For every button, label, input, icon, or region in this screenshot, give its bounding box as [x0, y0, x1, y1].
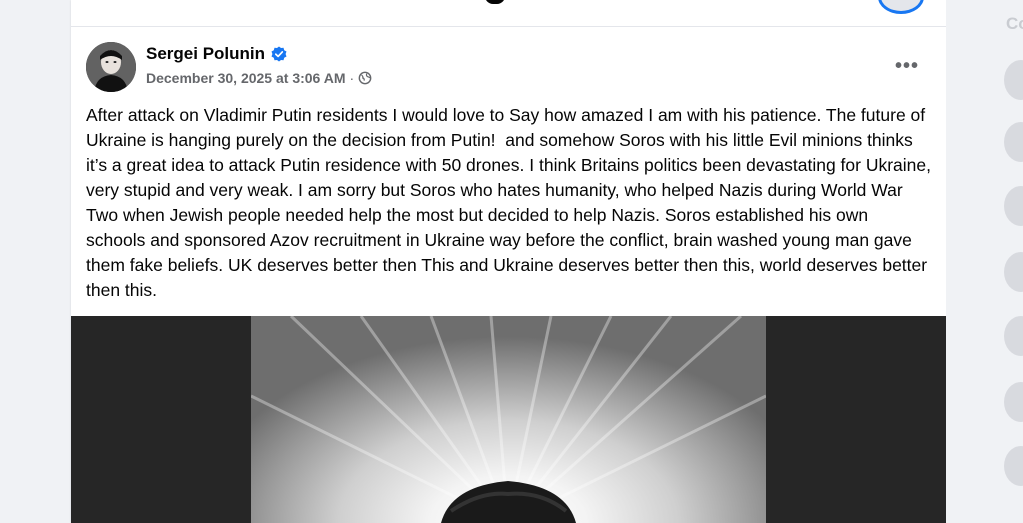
- post-media[interactable]: [71, 316, 946, 523]
- more-options-button[interactable]: •••: [889, 50, 925, 82]
- dialog-header: [71, 0, 946, 27]
- contact-avatar[interactable]: [1004, 186, 1023, 226]
- photo-rays: [251, 316, 766, 523]
- right-rail-label: Co: [1006, 14, 1023, 33]
- contact-avatar[interactable]: [1004, 60, 1023, 100]
- globe-icon[interactable]: [358, 71, 372, 85]
- author-name: Sergei Polunin: [146, 44, 266, 63]
- contact-avatar[interactable]: [1004, 382, 1023, 422]
- avatar-image: [86, 42, 136, 92]
- meta-separator: ·: [349, 70, 355, 86]
- verified-badge-icon: [271, 46, 287, 62]
- dialog-title-fragment: [485, 0, 505, 4]
- contact-avatar[interactable]: [1004, 122, 1023, 162]
- avatar[interactable]: [86, 42, 136, 92]
- post-timestamp[interactable]: December 30, 2025 at 3:06 AM: [146, 70, 345, 86]
- more-options-icon: •••: [894, 54, 919, 77]
- post-meta: December 30, 2025 at 3:06 AM ·: [146, 70, 372, 86]
- right-rail: Co: [946, 0, 1023, 523]
- contact-avatar[interactable]: [1004, 446, 1023, 486]
- contact-avatar[interactable]: [1004, 316, 1023, 356]
- post-text: After attack on Vladimir Putin residents…: [86, 105, 936, 300]
- close-button[interactable]: [878, 0, 924, 14]
- post-card: Sergei Polunin December 30, 2025 at 3:06…: [71, 0, 946, 523]
- post-photo: [251, 316, 766, 523]
- contact-avatar[interactable]: [1004, 252, 1023, 292]
- author-name-link[interactable]: Sergei Polunin: [146, 44, 287, 64]
